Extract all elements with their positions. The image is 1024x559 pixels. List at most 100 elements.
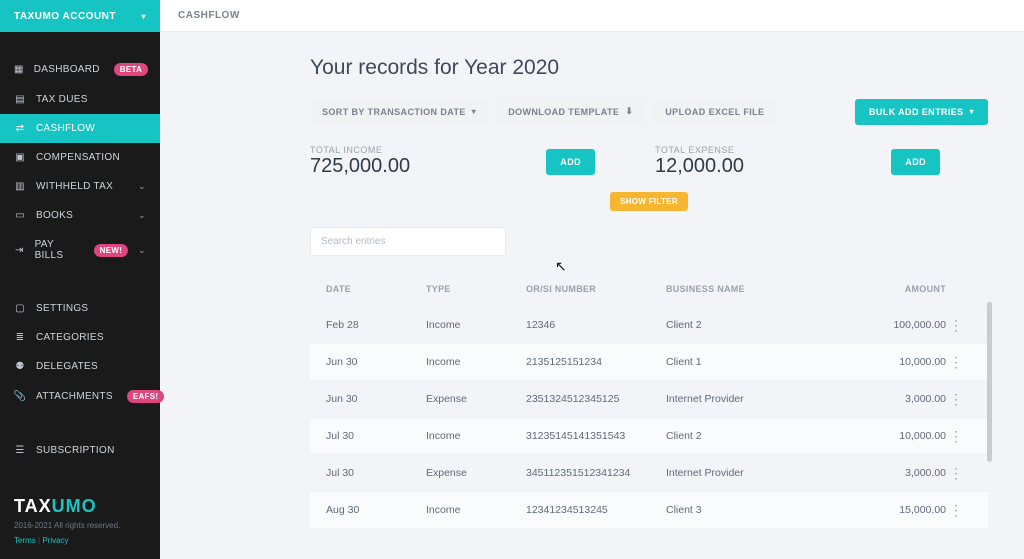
records-table: DATE TYPE OR/SI NUMBER BUSINESS NAME AMO…: [310, 272, 988, 528]
scrollbar[interactable]: [987, 302, 992, 462]
cell-type: Income: [426, 504, 526, 516]
add-income-button[interactable]: ADD: [546, 149, 595, 175]
total-income-label: TOTAL INCOME: [310, 145, 410, 155]
kebab-icon[interactable]: ⋮: [946, 432, 966, 440]
cell-amount: 10,000.00: [846, 356, 946, 368]
add-expense-button[interactable]: ADD: [891, 149, 940, 175]
cell-or: 2351324512345125: [526, 393, 666, 405]
sidebar-item-settings[interactable]: ▢ SETTINGS: [0, 294, 160, 323]
main-content: Your records for Year 2020 SORT BY TRANS…: [160, 32, 1024, 528]
sidebar-item-label: SETTINGS: [36, 303, 88, 314]
cashflow-icon: ⇄: [14, 123, 26, 134]
table-row[interactable]: Jul 30 Income 31235145141351543 Client 2…: [310, 417, 988, 454]
total-expense-block: TOTAL EXPENSE 12,000.00 ADD: [655, 145, 940, 178]
sidebar-item-label: ATTACHMENTS: [36, 391, 113, 402]
sidebar-item-books[interactable]: ▭ BOOKS ⌄: [0, 201, 160, 230]
cell-or: 12346: [526, 319, 666, 331]
kebab-icon[interactable]: ⋮: [946, 395, 966, 403]
cell-date: Feb 28: [326, 319, 426, 331]
cell-or: 2135125151234: [526, 356, 666, 368]
sidebar-item-compensation[interactable]: ▣ COMPENSATION: [0, 143, 160, 172]
sidebar-item-cashflow[interactable]: ⇄ CASHFLOW: [0, 114, 160, 143]
table-row[interactable]: Aug 30 Income 12341234513245 Client 3 15…: [310, 491, 988, 528]
cell-date: Jul 30: [326, 467, 426, 479]
paperclip-icon: 📎: [14, 391, 26, 402]
table-row[interactable]: Jul 30 Expense 345112351512341234 Intern…: [310, 454, 988, 491]
kebab-icon[interactable]: ⋮: [946, 358, 966, 366]
sidebar-item-label: SUBSCRIPTION: [36, 445, 115, 456]
cell-amount: 3,000.00: [846, 467, 946, 479]
sidebar-item-taxdues[interactable]: ▤ TAX DUES: [0, 85, 160, 114]
table-row[interactable]: Feb 28 Income 12346 Client 2 100,000.00 …: [310, 306, 988, 343]
account-label: TAXUMO ACCOUNT: [14, 11, 116, 22]
table-row[interactable]: Jun 30 Expense 2351324512345125 Internet…: [310, 380, 988, 417]
th-or: OR/SI NUMBER: [526, 284, 666, 294]
link-terms[interactable]: Terms: [14, 536, 36, 545]
sidebar-item-label: DASHBOARD: [34, 64, 100, 75]
nav-primary: ▦ DASHBOARD BETA ▤ TAX DUES ⇄ CASHFLOW ▣…: [0, 32, 160, 482]
cell-type: Expense: [426, 393, 526, 405]
upload-label: UPLOAD EXCEL FILE: [665, 107, 764, 117]
cell-biz: Client 3: [666, 504, 846, 516]
brand-logo: TAXUMO: [14, 496, 146, 517]
doc-icon: ▥: [14, 181, 26, 192]
card-icon: ☰: [14, 445, 26, 456]
sidebar-item-delegates[interactable]: ⚉ DELEGATES: [0, 352, 160, 381]
brand-umo: UMO: [52, 496, 97, 516]
sidebar-item-label: WITHHELD TAX: [36, 181, 113, 192]
badge-new: NEW!: [94, 244, 129, 257]
brand-block: TAXUMO 2016-2021 All rights reserved. Te…: [0, 482, 160, 559]
breadcrumb-bar: CASHFLOW: [160, 0, 1024, 32]
cell-biz: Client 2: [666, 319, 846, 331]
cell-biz: Internet Provider: [666, 467, 846, 479]
table-row[interactable]: Jun 30 Income 2135125151234 Client 1 10,…: [310, 343, 988, 380]
sidebar-item-dashboard[interactable]: ▦ DASHBOARD BETA: [0, 54, 160, 85]
cell-date: Jun 30: [326, 393, 426, 405]
cell-biz: Client 1: [666, 356, 846, 368]
sidebar-item-label: DELEGATES: [36, 361, 98, 372]
link-privacy[interactable]: Privacy: [42, 536, 68, 545]
sidebar-item-subscription[interactable]: ☰ SUBSCRIPTION: [0, 436, 160, 465]
sidebar-item-label: TAX DUES: [36, 94, 88, 105]
sort-button[interactable]: SORT BY TRANSACTION DATE ▾: [310, 99, 488, 125]
show-filter-button[interactable]: SHOW FILTER: [610, 192, 688, 211]
cell-amount: 15,000.00: [846, 504, 946, 516]
sidebar-item-paybills[interactable]: ⇥ PAY BILLS NEW! ⌄: [0, 230, 160, 270]
badge-beta: BETA: [114, 63, 148, 76]
kebab-icon[interactable]: ⋮: [946, 506, 966, 514]
bulk-add-button[interactable]: BULK ADD ENTRIES ▾: [855, 99, 988, 125]
download-template-button[interactable]: DOWNLOAD TEMPLATE ⬇: [496, 98, 645, 125]
sidebar: TAXUMO ACCOUNT ▾ ▦ DASHBOARD BETA ▤ TAX …: [0, 0, 160, 559]
cell-amount: 10,000.00: [846, 430, 946, 442]
table-header: DATE TYPE OR/SI NUMBER BUSINESS NAME AMO…: [310, 272, 988, 306]
th-amount: AMOUNT: [846, 284, 946, 294]
cell-amount: 100,000.00: [846, 319, 946, 331]
cell-type: Income: [426, 319, 526, 331]
wallet-icon: ▣: [14, 152, 26, 163]
totals-row: TOTAL INCOME 725,000.00 ADD TOTAL EXPENS…: [310, 145, 988, 178]
total-expense-value: 12,000.00: [655, 155, 744, 178]
total-income-block: TOTAL INCOME 725,000.00 ADD: [310, 145, 595, 178]
sidebar-item-attachments[interactable]: 📎 ATTACHMENTS EAFS!: [0, 381, 160, 412]
th-biz: BUSINESS NAME: [666, 284, 846, 294]
kebab-icon[interactable]: ⋮: [946, 469, 966, 477]
account-dropdown[interactable]: TAXUMO ACCOUNT ▾: [0, 0, 160, 32]
chevron-down-icon: ▾: [141, 12, 146, 21]
settings-icon: ▢: [14, 303, 26, 314]
th-type: TYPE: [426, 284, 526, 294]
cell-amount: 3,000.00: [846, 393, 946, 405]
search-input[interactable]: [310, 227, 506, 256]
bulk-add-label: BULK ADD ENTRIES: [869, 107, 964, 117]
bill-icon: ⇥: [14, 245, 25, 256]
sidebar-item-categories[interactable]: ≣ CATEGORIES: [0, 323, 160, 352]
download-icon: ⬇: [625, 106, 633, 117]
total-expense-label: TOTAL EXPENSE: [655, 145, 744, 155]
chevron-down-icon: ⌄: [138, 245, 146, 256]
sidebar-item-withheld[interactable]: ▥ WITHHELD TAX ⌄: [0, 172, 160, 201]
kebab-icon[interactable]: ⋮: [946, 321, 966, 329]
cell-date: Jul 30: [326, 430, 426, 442]
upload-excel-button[interactable]: UPLOAD EXCEL FILE: [653, 99, 776, 125]
sidebar-item-label: CATEGORIES: [36, 332, 104, 343]
chevron-down-icon: ▾: [472, 107, 476, 116]
sidebar-item-label: PAY BILLS: [35, 239, 80, 261]
